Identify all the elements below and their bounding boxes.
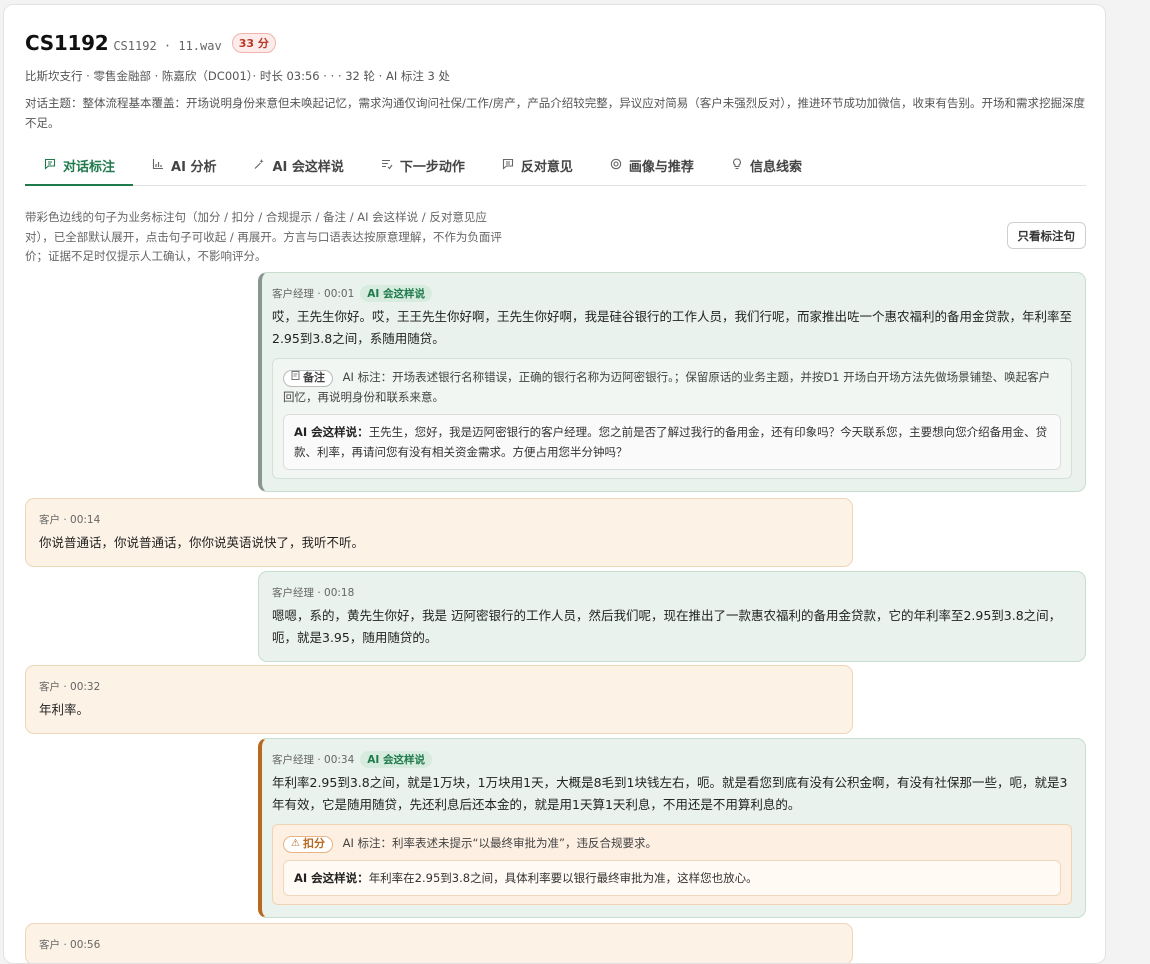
target-icon <box>609 157 623 171</box>
ai-suggestion-text: 年利率在2.95到3.8之间，具体利率要以银行最终审批为准，这样您也放心。 <box>368 871 758 885</box>
speaker-time-label: 客户经理 · 00:01 <box>272 287 355 300</box>
speaker-time: 客户 · 00:56 <box>39 938 101 951</box>
message-text: 嗯嗯，系的，黄先生你好，我是 迈阿密银行的工作人员，然后我们呢，现在推出了一款惠… <box>272 608 1062 645</box>
message-customer[interactable]: 客户 · 00:14 你说普通话，你说普通话，你你说英语说快了，我听不听。 <box>25 498 853 567</box>
speaker-time: 客户 · 00:14 <box>39 513 101 526</box>
message-manager[interactable]: 客户经理 · 00:34 AI 会这样说 年利率2.95到3.8之间，就是1万块… <box>258 738 1086 918</box>
score-badge: 33 分 <box>231 33 276 53</box>
speaker-time: 客户经理 · 00:34 AI 会这样说 <box>272 750 1072 768</box>
tab-label: AI 会这样说 <box>272 160 344 175</box>
ai-suggestion-prefix: AI 会这样说： <box>294 425 369 439</box>
speaker-time: 客户 · 00:32 <box>39 680 101 693</box>
header: CS1192 CS1192 · 11.wav 33 分 <box>25 31 276 56</box>
tab-ai-would-say[interactable]: AI 会这样说 <box>234 148 361 186</box>
tab-info-leads[interactable]: 信息线索 <box>712 148 820 186</box>
page-title: CS1192 <box>25 31 109 55</box>
checklist-icon <box>380 157 394 171</box>
note-text: AI 标注：利率表述未提示“以最终审批为准”，违反合规要求。 <box>342 836 657 850</box>
ai-suggestion: AI 会这样说：王先生，您好，我是迈阿密银行的客户经理。您之前是否了解过我行的备… <box>283 414 1061 470</box>
annotation-hint: 带彩色边线的句子为业务标注句（加分 / 扣分 / 合规提示 / 备注 / AI … <box>25 210 502 263</box>
message-manager[interactable]: 客户经理 · 00:01 AI 会这样说 哎，王先生你好。哎，王王先生你好啊，王… <box>258 272 1086 492</box>
note-tag: 备注 <box>283 368 333 388</box>
ai-say-tag: AI 会这样说 <box>360 750 432 768</box>
message-text: 哎，王先生你好。哎，王王先生你好啊，王先生你好啊，我是硅谷银行的工作人员，我们行… <box>272 309 1073 346</box>
tab-label: 下一步动作 <box>399 160 465 175</box>
note-tag-label: 备注 <box>303 371 325 384</box>
tab-label: AI 分析 <box>171 160 217 175</box>
conversation-summary: 对话主题：整体流程基本覆盖：开场说明身份来意但未唤起记忆，需求沟通仅询问社保/工… <box>25 96 1085 130</box>
message-text: 年利率。 <box>39 702 90 717</box>
tab-objections[interactable]: 反对意见 <box>483 148 591 186</box>
message-manager[interactable]: 客户经理 · 00:18 嗯嗯，系的，黄先生你好，我是 迈阿密银行的工作人员，然… <box>258 571 1086 662</box>
annotation-note: ⚠ 扣分 AI 标注：利率表述未提示“以最终审批为准”，违反合规要求。 AI 会… <box>272 824 1072 905</box>
tab-label: 画像与推荐 <box>628 160 694 175</box>
chat-icon <box>43 157 57 171</box>
deduct-tag: ⚠ 扣分 <box>283 835 333 853</box>
lightbulb-icon <box>730 157 744 171</box>
sparkle-icon <box>252 157 266 171</box>
annotated-only-button[interactable]: 只看标注句 <box>1006 222 1086 249</box>
speaker-time-label: 客户经理 · 00:34 <box>272 753 355 766</box>
speaker-time: 客户经理 · 00:18 <box>272 586 355 599</box>
tab-label: 反对意见 <box>520 160 573 175</box>
ai-suggestion-prefix: AI 会这样说： <box>294 871 369 885</box>
message-customer[interactable]: 客户 · 00:56 <box>25 923 853 963</box>
tab-dialog-annotation[interactable]: 对话标注 <box>25 148 134 186</box>
tab-ai-analysis[interactable]: AI 分析 <box>133 148 234 186</box>
comment-icon <box>501 157 515 171</box>
message-text: 年利率2.95到3.8之间，就是1万块，1万块用1天，大概是8毛到1块钱左右，呃… <box>272 775 1068 812</box>
message-customer[interactable]: 客户 · 00:32 年利率。 <box>25 665 853 734</box>
note-icon <box>291 368 300 388</box>
tab-label: 信息线索 <box>749 160 802 175</box>
tab-label: 对话标注 <box>63 160 116 175</box>
annotation-note: 备注 AI 标注：开场表述银行名称错误，正确的银行名称为迈阿密银行。；保留原话的… <box>272 358 1072 479</box>
ai-say-tag: AI 会这样说 <box>360 284 432 302</box>
warning-icon: ⚠ <box>291 838 300 849</box>
message-text: 你说普通话，你说普通话，你你说英语说快了，我听不听。 <box>39 535 365 550</box>
file-name: CS1192 · 11.wav <box>113 39 222 53</box>
call-meta: 比斯坎支行 · 零售金融部 · 陈嘉欣（DC001）· 时长 03:56 · ·… <box>25 69 451 83</box>
bar-chart-icon <box>151 157 165 171</box>
tab-bar: 对话标注 AI 分析 AI 会这样说 下一步动作 反对意见 画像与推荐 信息线索 <box>25 148 1086 186</box>
note-text: AI 标注：开场表述银行名称错误，正确的银行名称为迈阿密银行。；保留原话的业务主… <box>283 370 1051 404</box>
transcript-card: CS1192 CS1192 · 11.wav 33 分 比斯坎支行 · 零售金融… <box>3 4 1106 964</box>
tab-next-actions[interactable]: 下一步动作 <box>362 148 483 186</box>
note-tag-label: 扣分 <box>302 837 325 850</box>
tab-persona-recommend[interactable]: 画像与推荐 <box>591 148 712 186</box>
ai-suggestion-text: 王先生，您好，我是迈阿密银行的客户经理。您之前是否了解过我行的备用金，还有印象吗… <box>294 425 1048 459</box>
ai-suggestion: AI 会这样说：年利率在2.95到3.8之间，具体利率要以银行最终审批为准，这样… <box>283 860 1061 896</box>
speaker-time: 客户经理 · 00:01 AI 会这样说 <box>272 284 1072 302</box>
